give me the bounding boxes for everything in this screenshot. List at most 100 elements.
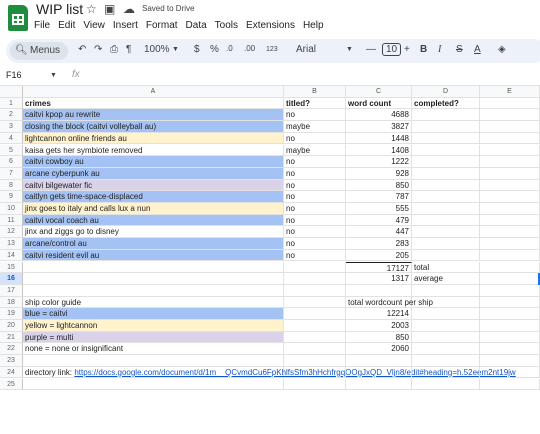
cell-d8[interactable] — [412, 179, 480, 192]
cell-c15[interactable]: 17127 — [346, 261, 412, 274]
row-header[interactable]: 15 — [0, 261, 23, 274]
cell-b9[interactable]: no — [284, 191, 346, 203]
row-header[interactable]: 21 — [0, 331, 23, 344]
name-box[interactable]: F16 — [6, 70, 22, 80]
cell-a22[interactable]: none = none or insignificant — [23, 343, 284, 356]
undo-icon[interactable]: ↶ — [78, 44, 86, 55]
cell-a2[interactable]: caitvi kpop au rewrite — [23, 109, 284, 122]
star-icon[interactable]: ☆ — [86, 2, 97, 16]
cell-a23[interactable] — [23, 355, 284, 367]
cell-a5[interactable]: kaisa gets her symbiote removed — [23, 144, 284, 157]
cell-d20[interactable] — [412, 320, 480, 332]
cell-e23[interactable] — [480, 355, 540, 367]
cell-e15[interactable] — [480, 261, 540, 274]
cell-a19[interactable]: blue = caitvi — [23, 308, 284, 320]
cell-c3[interactable]: 3827 — [346, 121, 412, 133]
cell-d21[interactable] — [412, 331, 480, 344]
cell-c17[interactable] — [346, 284, 412, 297]
cell-c10[interactable]: 555 — [346, 203, 412, 215]
menu-data[interactable]: Data — [186, 20, 207, 31]
cell-a7[interactable]: arcane cyberpunk au — [23, 167, 284, 180]
cell-e9[interactable] — [480, 191, 540, 203]
cell-d1[interactable]: completed? — [412, 97, 480, 110]
cell-b11[interactable]: no — [284, 214, 346, 227]
menu-format[interactable]: Format — [146, 20, 178, 31]
cell-c8[interactable]: 850 — [346, 179, 412, 192]
bold-button[interactable]: B — [420, 44, 427, 55]
cell-d4[interactable] — [412, 132, 480, 145]
cell-e18[interactable] — [480, 296, 540, 309]
cell-d6[interactable] — [412, 156, 480, 168]
cell-e24[interactable] — [480, 366, 540, 379]
menu-edit[interactable]: Edit — [58, 20, 75, 31]
cell-c7[interactable]: 928 — [346, 167, 412, 180]
cell-c20[interactable]: 2003 — [346, 320, 412, 332]
cell-e13[interactable] — [480, 238, 540, 250]
cell-c4[interactable]: 1448 — [346, 132, 412, 145]
cell-c21[interactable]: 850 — [346, 331, 412, 344]
cell-b17[interactable] — [284, 284, 346, 297]
cell-e1[interactable] — [480, 97, 540, 110]
cell-b5[interactable]: maybe — [284, 144, 346, 157]
cell-b25[interactable] — [284, 378, 346, 391]
cell-e6[interactable] — [480, 156, 540, 168]
cell-e10[interactable] — [480, 203, 540, 215]
cell-e16[interactable] — [480, 273, 540, 285]
cell-d2[interactable] — [412, 109, 480, 122]
row-header[interactable]: 11 — [0, 214, 23, 227]
row-header[interactable]: 3 — [0, 121, 23, 133]
strikethrough-button[interactable]: S — [456, 44, 463, 55]
row-header[interactable]: 8 — [0, 179, 23, 192]
cell-d14[interactable] — [412, 249, 480, 262]
column-header-a[interactable]: A — [23, 86, 284, 98]
cell-e7[interactable] — [480, 167, 540, 180]
cell-a24[interactable]: directory link: https://docs.google.com/… — [23, 366, 516, 379]
print-icon[interactable]: ⎙ — [110, 44, 118, 55]
menu-view[interactable]: View — [83, 20, 105, 31]
cell-c5[interactable]: 1408 — [346, 144, 412, 157]
decrease-decimal-button[interactable]: .0 — [226, 44, 233, 53]
row-header[interactable]: 19 — [0, 308, 23, 320]
cell-d9[interactable] — [412, 191, 480, 203]
name-box-chevron-down-icon[interactable]: ▼ — [50, 72, 57, 79]
zoom-select[interactable]: 100% — [144, 44, 170, 55]
cell-d11[interactable] — [412, 214, 480, 227]
cell-d19[interactable] — [412, 308, 480, 320]
cell-e14[interactable] — [480, 249, 540, 262]
currency-format-button[interactable]: $ — [194, 44, 200, 55]
cell-d25[interactable] — [412, 378, 480, 391]
row-header[interactable]: 13 — [0, 238, 23, 250]
row-header[interactable]: 25 — [0, 378, 23, 391]
cell-e17[interactable] — [480, 284, 540, 297]
cell-b16[interactable] — [284, 273, 346, 285]
menu-insert[interactable]: Insert — [113, 20, 138, 31]
cell-a1[interactable]: crimes — [23, 97, 284, 110]
cell-d12[interactable] — [412, 226, 480, 239]
paint-format-icon[interactable]: ¶ — [126, 44, 131, 55]
redo-icon[interactable]: ↷ — [94, 44, 102, 55]
cell-d24[interactable] — [412, 366, 480, 379]
cell-e2[interactable] — [480, 109, 540, 122]
cell-b4[interactable]: no — [284, 132, 346, 145]
percent-format-button[interactable]: % — [210, 44, 219, 55]
text-color-button[interactable]: A — [474, 44, 481, 55]
cell-e8[interactable] — [480, 179, 540, 192]
cell-a20[interactable]: yellow = lightcannon — [23, 320, 284, 332]
cell-c2[interactable]: 4688 — [346, 109, 412, 122]
cell-b2[interactable]: no — [284, 109, 346, 122]
cell-b23[interactable] — [284, 355, 346, 367]
cell-b8[interactable]: no — [284, 179, 346, 192]
cell-d16[interactable]: average — [412, 273, 480, 285]
cell-e12[interactable] — [480, 226, 540, 239]
row-header[interactable]: 16 — [0, 273, 23, 285]
cell-b18[interactable] — [284, 296, 346, 309]
cell-e19[interactable] — [480, 308, 540, 320]
cell-b14[interactable]: no — [284, 249, 346, 262]
row-header[interactable]: 1 — [0, 97, 23, 110]
cell-c18[interactable]: total wordcount per ship — [346, 296, 433, 309]
cell-a14[interactable]: caitvi resident evil au — [23, 249, 284, 262]
increase-font-size-icon[interactable]: + — [404, 44, 410, 55]
column-header-d[interactable]: D — [412, 86, 480, 98]
cell-c25[interactable] — [346, 378, 412, 391]
cell-a10[interactable]: jinx goes to italy and calls lux a nun — [23, 203, 284, 215]
